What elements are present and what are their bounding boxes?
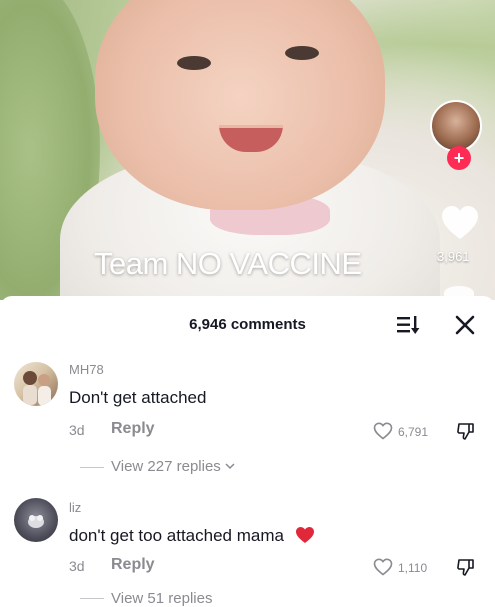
avatar-image-icon	[23, 371, 51, 406]
comment-like-count: 6,791	[398, 425, 429, 439]
chevron-down-icon	[225, 463, 235, 470]
comment-text: Don't get attached	[69, 388, 207, 407]
comment-username[interactable]: MH78	[69, 362, 104, 377]
baby-mouth	[219, 125, 283, 152]
video-player[interactable]: Team NO VACCINE + 3,961	[0, 0, 495, 300]
reply-button[interactable]: Reply	[111, 556, 155, 574]
reply-button[interactable]: Reply	[111, 420, 155, 438]
follow-button[interactable]: +	[447, 146, 471, 170]
comment-date: 3d	[69, 422, 85, 438]
red-heart-emoji-icon	[295, 527, 314, 543]
view-replies-label: View 227 replies	[111, 458, 221, 475]
view-replies-link[interactable]: View 51 replies	[111, 590, 212, 607]
view-replies-label: View 51 replies	[111, 590, 213, 607]
close-icon[interactable]	[454, 314, 476, 336]
baby-eye-right	[285, 46, 319, 60]
baby-eye-left	[177, 56, 211, 70]
dislike-icon[interactable]	[456, 421, 476, 441]
replies-divider	[80, 467, 104, 468]
comment-text-content: don't get too attached mama	[69, 526, 284, 545]
comment-username[interactable]: liz	[69, 500, 81, 515]
baby-face	[95, 0, 385, 210]
video-overlay-text: Team NO VACCINE	[94, 246, 362, 281]
avatar[interactable]	[14, 362, 58, 406]
replies-divider	[80, 598, 104, 599]
comment-date: 3d	[69, 558, 85, 574]
video-like-count: 3,961	[437, 249, 470, 264]
like-heart-icon[interactable]	[440, 205, 480, 241]
view-replies-link[interactable]: View 227 replies	[111, 458, 235, 475]
avatar[interactable]	[14, 498, 58, 542]
comment-like-icon[interactable]	[373, 422, 393, 440]
comments-sheet: 6,946 comments MH78 Don't get attached 3…	[0, 296, 495, 607]
comment-like-count: 1,110	[398, 561, 428, 575]
avatar-image-icon	[28, 515, 44, 528]
sort-icon[interactable]	[396, 314, 420, 336]
comments-count-title: 6,946 comments	[189, 316, 306, 333]
dislike-icon[interactable]	[456, 557, 476, 577]
creator-avatar[interactable]	[430, 100, 482, 152]
comment-like-icon[interactable]	[373, 558, 393, 576]
comment-text: don't get too attached mama	[69, 526, 315, 546]
